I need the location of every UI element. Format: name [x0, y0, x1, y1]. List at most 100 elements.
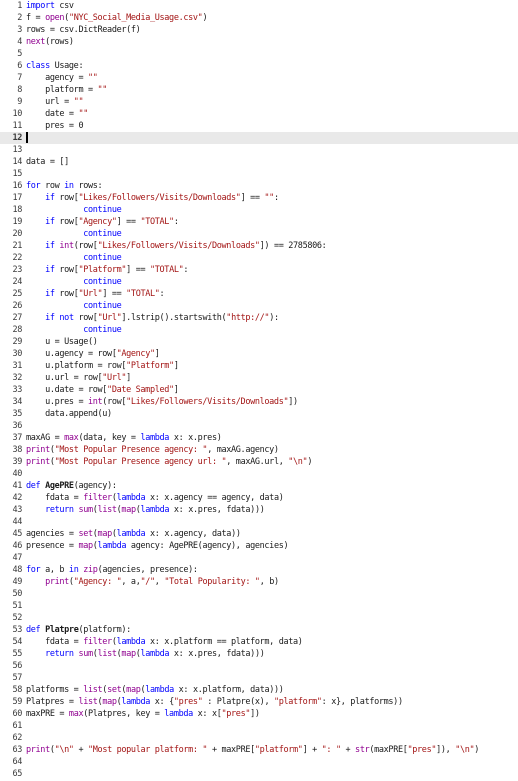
code-line[interactable]: 54 fdata = filter(lambda x: x.platform =…	[0, 636, 518, 648]
code-line[interactable]: 30 u.agency = row["Agency"]	[0, 348, 518, 360]
code-text[interactable]: date = ""	[26, 108, 88, 120]
code-line[interactable]: 57	[0, 672, 518, 684]
code-text[interactable]: continue	[26, 204, 121, 216]
code-text[interactable]: pres = 0	[26, 120, 84, 132]
code-text[interactable]: print("Agency: ", a,"/", "Total Populari…	[26, 576, 279, 588]
code-line[interactable]: 10 date = ""	[0, 108, 518, 120]
code-line[interactable]: 14 data = []	[0, 156, 518, 168]
code-text[interactable]: for a, b in zip(agencies, presence):	[26, 564, 198, 576]
code-line[interactable]: 7 agency = ""	[0, 72, 518, 84]
code-text[interactable]: print("Most Popular Presence agency: ", …	[26, 444, 279, 456]
code-line[interactable]: 42 fdata = filter(lambda x: x.agency == …	[0, 492, 518, 504]
code-text[interactable]: continue	[26, 228, 121, 240]
code-text[interactable]: if row["Url"] == "TOTAL":	[26, 288, 165, 300]
code-line[interactable]: 49 print("Agency: ", a,"/", "Total Popul…	[0, 576, 518, 588]
code-line[interactable]: 1 import csv	[0, 0, 518, 12]
code-text[interactable]: u.agency = row["Agency"]	[26, 348, 160, 360]
code-text[interactable]: import csv	[26, 0, 74, 12]
code-line[interactable]: 50	[0, 588, 518, 600]
code-line[interactable]: 11 pres = 0	[0, 120, 518, 132]
code-line[interactable]: 12	[0, 132, 518, 144]
code-line[interactable]: 18 continue	[0, 204, 518, 216]
code-line[interactable]: 26 continue	[0, 300, 518, 312]
code-text[interactable]: presence = map(lambda agency: AgePRE(age…	[26, 540, 289, 552]
code-text[interactable]: platforms = list(set(map(lambda x: x.pla…	[26, 684, 284, 696]
code-text[interactable]: continue	[26, 324, 121, 336]
code-line[interactable]: 55 return sum(list(map(lambda x: x.pres,…	[0, 648, 518, 660]
code-line[interactable]: 36	[0, 420, 518, 432]
code-text[interactable]: url = ""	[26, 96, 84, 108]
code-text[interactable]: if row["Agency"] == "TOTAL":	[26, 216, 179, 228]
code-text[interactable]: next(rows)	[26, 36, 74, 48]
code-line[interactable]: 27 if not row["Url"].lstrip().startswith…	[0, 312, 518, 324]
code-line[interactable]: 22 continue	[0, 252, 518, 264]
code-line[interactable]: 44	[0, 516, 518, 528]
code-line[interactable]: 6 class Usage:	[0, 60, 518, 72]
code-text[interactable]: Platpres = list(map(lambda x: {"pres" : …	[26, 696, 403, 708]
code-text[interactable]: data.append(u)	[26, 408, 112, 420]
code-text[interactable]: print("\n" + "Most popular platform: " +…	[26, 744, 479, 756]
code-line[interactable]: 40	[0, 468, 518, 480]
code-text[interactable]: if int(row["Likes/Followers/Visits/Downl…	[26, 240, 327, 252]
code-editor[interactable]: 1 import csv 2 f = open("NYC_Social_Media_U…	[0, 0, 518, 781]
code-line[interactable]: 34 u.pres = int(row["Likes/Followers/Vis…	[0, 396, 518, 408]
code-line[interactable]: 16 for row in rows:	[0, 180, 518, 192]
code-text[interactable]: u.pres = int(row["Likes/Followers/Visits…	[26, 396, 298, 408]
code-line[interactable]: 32 u.url = row["Url"]	[0, 372, 518, 384]
code-text[interactable]: continue	[26, 300, 121, 312]
code-line[interactable]: 59 Platpres = list(map(lambda x: {"pres" …	[0, 696, 518, 708]
code-line[interactable]: 64	[0, 756, 518, 768]
code-text[interactable]: u.platform = row["Platform"]	[26, 360, 179, 372]
code-text[interactable]: rows = csv.DictReader(f)	[26, 24, 141, 36]
code-line[interactable]: 61	[0, 720, 518, 732]
code-text[interactable]: if row["Platform"] == "TOTAL":	[26, 264, 188, 276]
code-line[interactable]: 45 agencies = set(map(lambda x: x.agency,…	[0, 528, 518, 540]
code-text[interactable]: return sum(list(map(lambda x: x.pres, fd…	[26, 648, 265, 660]
code-text[interactable]: if not row["Url"].lstrip().startswith("h…	[26, 312, 279, 324]
code-line[interactable]: 48 for a, b in zip(agencies, presence):	[0, 564, 518, 576]
code-line[interactable]: 65	[0, 768, 518, 780]
code-line[interactable]: 21 if int(row["Likes/Followers/Visits/Do…	[0, 240, 518, 252]
code-line[interactable]: 31 u.platform = row["Platform"]	[0, 360, 518, 372]
code-line[interactable]: 2 f = open("NYC_Social_Media_Usage.csv")	[0, 12, 518, 24]
code-line[interactable]: 62	[0, 732, 518, 744]
code-text[interactable]: def AgePRE(agency):	[26, 480, 117, 492]
code-text[interactable]: data = []	[26, 156, 69, 168]
code-line[interactable]: 37 maxAG = max(data, key = lambda x: x.pr…	[0, 432, 518, 444]
code-line[interactable]: 63 print("\n" + "Most popular platform: "…	[0, 744, 518, 756]
code-text[interactable]: agencies = set(map(lambda x: x.agency, d…	[26, 528, 241, 540]
code-line[interactable]: 5	[0, 48, 518, 60]
code-text[interactable]: maxAG = max(data, key = lambda x: x.pres…	[26, 432, 222, 444]
code-text[interactable]: class Usage:	[26, 60, 84, 72]
code-text[interactable]: agency = ""	[26, 72, 98, 84]
code-line[interactable]: 23 if row["Platform"] == "TOTAL":	[0, 264, 518, 276]
code-line[interactable]: 9 url = ""	[0, 96, 518, 108]
code-text[interactable]: def Platpre(platform):	[26, 624, 131, 636]
code-line[interactable]: 17 if row["Likes/Followers/Visits/Downlo…	[0, 192, 518, 204]
code-line[interactable]: 53 def Platpre(platform):	[0, 624, 518, 636]
code-line[interactable]: 56	[0, 660, 518, 672]
code-text[interactable]: if row["Likes/Followers/Visits/Downloads…	[26, 192, 279, 204]
code-line[interactable]: 3 rows = csv.DictReader(f)	[0, 24, 518, 36]
code-text[interactable]: continue	[26, 252, 121, 264]
code-text[interactable]: maxPRE = max(Platpres, key = lambda x: x…	[26, 708, 260, 720]
code-text[interactable]: for row in rows:	[26, 180, 103, 192]
code-text[interactable]: return sum(list(map(lambda x: x.pres, fd…	[26, 504, 265, 516]
code-line[interactable]: 60 maxPRE = max(Platpres, key = lambda x:…	[0, 708, 518, 720]
code-text[interactable]: continue	[26, 276, 121, 288]
code-line[interactable]: 24 continue	[0, 276, 518, 288]
code-line[interactable]: 20 continue	[0, 228, 518, 240]
code-text[interactable]: f = open("NYC_Social_Media_Usage.csv")	[26, 12, 208, 24]
code-line[interactable]: 46 presence = map(lambda agency: AgePRE(a…	[0, 540, 518, 552]
code-line[interactable]: 4 next(rows)	[0, 36, 518, 48]
code-line[interactable]: 33 u.date = row["Date Sampled"]	[0, 384, 518, 396]
code-text[interactable]	[26, 132, 28, 144]
code-text[interactable]: fdata = filter(lambda x: x.platform == p…	[26, 636, 303, 648]
code-line[interactable]: 35 data.append(u)	[0, 408, 518, 420]
code-text[interactable]: u.date = row["Date Sampled"]	[26, 384, 179, 396]
code-line[interactable]: 47	[0, 552, 518, 564]
code-line[interactable]: 43 return sum(list(map(lambda x: x.pres,…	[0, 504, 518, 516]
code-line[interactable]: 38 print("Most Popular Presence agency: "…	[0, 444, 518, 456]
code-line[interactable]: 51	[0, 600, 518, 612]
code-text[interactable]: u.url = row["Url"]	[26, 372, 131, 384]
